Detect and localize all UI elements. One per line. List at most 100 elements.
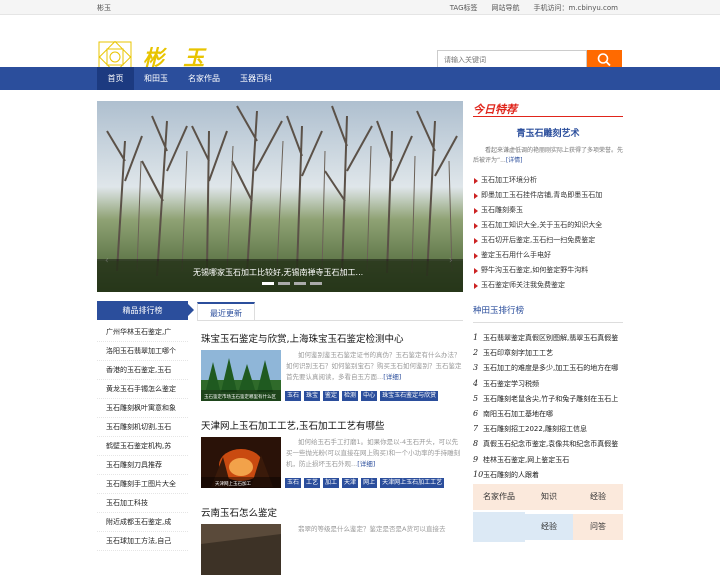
list-item[interactable]: 1 玉石翡翠鉴定真假区别图解,翡翠玉石真假鉴: [473, 330, 623, 345]
nav-hetian-jade[interactable]: 和田玉: [136, 67, 176, 90]
category-qa[interactable]: 问答: [573, 514, 623, 540]
nav-masters-works[interactable]: 名家作品: [180, 67, 228, 90]
rank-item-text[interactable]: 玉石翡翠鉴定真假区别图解,翡翠玉石真假鉴: [483, 334, 618, 342]
slider-dot-4[interactable]: [310, 282, 322, 285]
tab-recent-updates[interactable]: 最近更新: [197, 302, 255, 321]
nav-jade-encyclopedia[interactable]: 玉器百科: [232, 67, 280, 90]
list-item[interactable]: 鉴定玉石用什么手电好: [473, 248, 623, 263]
site-map-link[interactable]: 网站导航: [492, 3, 520, 13]
rank-item-text[interactable]: 真假玉石纪念币鉴定,袁像共和纪念币真假鉴: [483, 440, 618, 448]
main-nav: 首页 和田玉 名家作品 玉器百科: [0, 67, 720, 90]
list-item[interactable]: 4 玉石鉴定学习税频: [473, 376, 623, 391]
rank-item-text[interactable]: 玉石雕刻招工2022,雕刻招工信息: [483, 425, 587, 433]
tag-link[interactable]: 天津: [342, 478, 359, 488]
list-item[interactable]: 黄龙玉石手镯怎么鉴定: [97, 380, 188, 399]
article-thumbnail-image: 玉石鉴定市场玉石鉴定哪里有什么区: [201, 350, 281, 401]
list-item[interactable]: 2 玉石印章刻字加工工艺: [473, 345, 623, 360]
featured-ranking-list: 广州华林玉石鉴定,广 洛阳玉石翡翠加工哪个 香港的玉石鉴定,玉石 黄龙玉石手镯怎…: [97, 323, 188, 551]
rank-item-text[interactable]: 玉石雕刻的人跟着: [483, 471, 539, 479]
site-name[interactable]: 彬玉: [97, 3, 111, 13]
article-desc: 如何给玉石手工打磨1。如果你是以-4玉石开头，可以先买一些抛光粉(可以直接在网上…: [286, 437, 462, 470]
tag-link[interactable]: 加工: [323, 478, 340, 488]
image-slider[interactable]: ‹ › 无锡哪家玉石加工比较好,无锡南禅寺玉石加工...: [97, 101, 463, 292]
article-more-link[interactable]: [详细]: [357, 460, 375, 468]
list-item[interactable]: 玉石雕刻秦玉: [473, 203, 623, 218]
top-bar: 彬玉 TAG标签 网站导航 手机访问：m.cbinyu.com: [0, 0, 720, 15]
thumb-caption: 天津网上玉石加工: [215, 480, 251, 487]
list-item[interactable]: 广州华林玉石鉴定,广: [97, 323, 188, 342]
rank-item-text[interactable]: 玉石印章刻字加工工艺: [483, 349, 553, 357]
list-item[interactable]: 玉石雕刻机切割,玉石: [97, 418, 188, 437]
today-desc-text: 看起来谦虚低调的艳丽刚实际上获得了多项荣誉。先后被评为“...: [473, 147, 624, 164]
tag-link[interactable]: 天津网上玉石加工工艺: [380, 478, 445, 488]
list-item[interactable]: 玉石加工知识大全,关于玉石的知识大全: [473, 218, 623, 233]
rank-number: 10: [473, 469, 484, 479]
list-item[interactable]: 7 玉石雕刻招工2022,雕刻招工信息: [473, 421, 623, 436]
list-item[interactable]: 玉石雕刻手工图片大全: [97, 475, 188, 494]
rank-item-text[interactable]: 玉石加工的难度是多少,加工玉石的地方在哪: [483, 364, 618, 372]
rank-item-text[interactable]: 南阳玉石加工基地在哪: [483, 410, 553, 418]
rank-item-text[interactable]: 玉石鉴定学习税频: [483, 380, 539, 388]
list-item[interactable]: 9 桂林玉石鉴定,网上鉴定玉石: [473, 452, 623, 467]
list-item[interactable]: 3 玉石加工的难度是多少,加工玉石的地方在哪: [473, 360, 623, 375]
article-more-link[interactable]: [详细]: [383, 373, 401, 381]
rank-number: 8: [473, 439, 479, 449]
featured-ranking: 精品排行榜 广州华林玉石鉴定,广 洛阳玉石翡翠加工哪个 香港的玉石鉴定,玉石 黄…: [97, 301, 194, 551]
list-item[interactable]: 玉石切开后鉴定,玉石扫一扫免费鉴定: [473, 233, 623, 248]
mobile-label: 手机访问：: [533, 4, 569, 12]
category-masters-works[interactable]: 名家作品: [473, 484, 525, 510]
slider-dot-3[interactable]: [294, 282, 306, 285]
article-desc: 翡翠的等级是什么鉴定？鉴定是否是A货可以直接去: [286, 524, 462, 535]
article-thumbnail[interactable]: [201, 524, 281, 575]
list-item[interactable]: 野牛沟玉石鉴定,如何鉴定野牛沟料: [473, 263, 623, 278]
mobile-url-link[interactable]: m.cbinyu.com: [569, 4, 618, 12]
category-knowledge[interactable]: 知识: [525, 484, 573, 510]
article-title[interactable]: 天津网上玉石加工工艺,玉石加工工艺有哪些: [201, 418, 463, 432]
list-item[interactable]: 即墨加工玉石挂件店铺,青岛即墨玉石加: [473, 188, 623, 203]
list-item[interactable]: 10玉石雕刻的人跟着: [473, 467, 623, 482]
article-thumbnail[interactable]: 天津网上玉石加工: [201, 437, 281, 488]
list-item[interactable]: 鹤壁玉石鉴定机构,苏: [97, 437, 188, 456]
tag-link[interactable]: 工艺: [304, 478, 321, 488]
today-more-link[interactable]: [详情]: [506, 157, 523, 164]
list-item[interactable]: 6 南阳玉石加工基地在哪: [473, 406, 623, 421]
list-item[interactable]: 香港的玉石鉴定,玉石: [97, 361, 188, 380]
slider-dot-1[interactable]: [262, 282, 274, 285]
list-item[interactable]: 附近成都玉石鉴定,成: [97, 513, 188, 532]
tag-link[interactable]: 玉石: [285, 391, 302, 401]
tag-link[interactable]: 玉石: [285, 478, 302, 488]
category-experience[interactable]: 经验: [573, 484, 623, 510]
tag-link[interactable]: 鉴定: [323, 391, 340, 401]
tag-link[interactable]: 中心: [361, 391, 378, 401]
tag-link[interactable]: 网上: [361, 478, 378, 488]
top-links: TAG标签 网站导航 手机访问：m.cbinyu.com: [450, 3, 618, 13]
tag-link[interactable]: TAG标签: [450, 3, 478, 13]
tag-link[interactable]: 珠宝: [304, 391, 321, 401]
list-item[interactable]: 5 玉石雕刻老鼠含尖,竹子和兔子雕刻在玉石上: [473, 391, 623, 406]
list-item[interactable]: 洛阳玉石翡翠加工哪个: [97, 342, 188, 361]
rank-item-text[interactable]: 玉石雕刻老鼠含尖,竹子和兔子雕刻在玉石上: [483, 395, 618, 403]
slider-dot-2[interactable]: [278, 282, 290, 285]
list-item[interactable]: 玉石雕刻刀具推荐: [97, 456, 188, 475]
article-thumbnail-image: [201, 524, 281, 575]
nav-home[interactable]: 首页: [97, 67, 134, 90]
tag-link[interactable]: 珠宝玉石鉴定与欣赏: [380, 391, 439, 401]
article-title[interactable]: 云南玉石怎么鉴定: [201, 505, 463, 519]
list-item[interactable]: 玉石加工环境分析: [473, 173, 623, 188]
article-title[interactable]: 珠宝玉石鉴定与欣赏,上海珠宝玉石鉴定检测中心: [201, 331, 463, 345]
hetian-ranking-title: 种田玉排行榜: [473, 301, 623, 323]
today-title-text: 今日特荐: [473, 103, 517, 116]
rank-item-text[interactable]: 桂林玉石鉴定,网上鉴定玉石: [483, 456, 569, 464]
article-thumbnail[interactable]: 玉石鉴定市场玉石鉴定哪里有什么区: [201, 350, 281, 401]
list-item[interactable]: 玉石加工科技: [97, 494, 188, 513]
article-item: 天津网上玉石加工工艺,玉石加工工艺有哪些 天津网上玉石加工 如何给玉石手工打磨1…: [201, 418, 463, 488]
today-headline[interactable]: 青玉石雕刻艺术: [473, 126, 623, 139]
list-item[interactable]: 玉石鉴定师关注我免费鉴定: [473, 278, 623, 293]
category-blank[interactable]: [473, 512, 525, 542]
list-item[interactable]: 8 真假玉石纪念币鉴定,袁像共和纪念币真假鉴: [473, 436, 623, 451]
list-item[interactable]: 玉石球加工方法,自己: [97, 532, 188, 551]
list-item[interactable]: 玉石雕刻枫叶寓意和象: [97, 399, 188, 418]
slider-caption[interactable]: 无锡哪家玉石加工比较好,无锡南禅寺玉石加工...: [193, 267, 363, 278]
tag-link[interactable]: 检测: [342, 391, 359, 401]
category-experience-2[interactable]: 经验: [525, 514, 573, 540]
